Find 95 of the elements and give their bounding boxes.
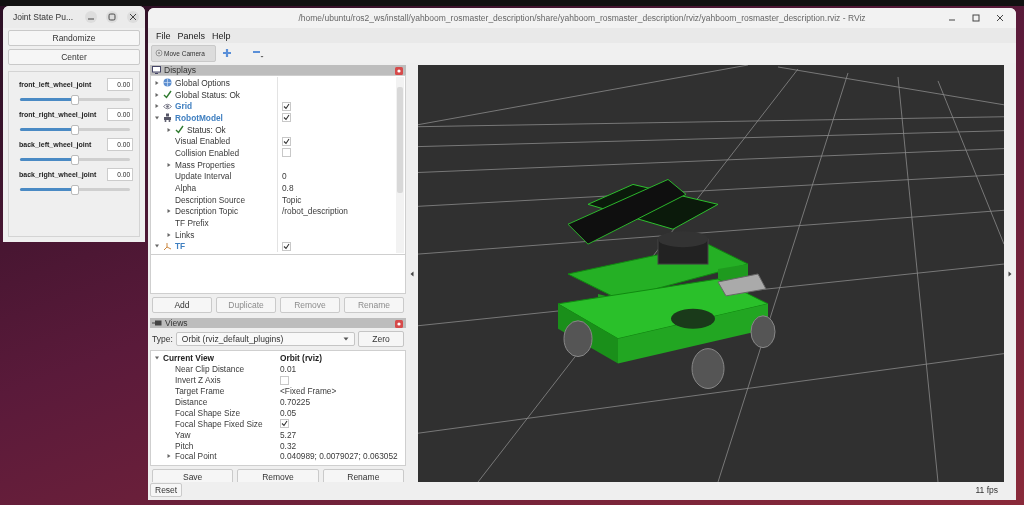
checkbox[interactable] [280, 375, 289, 385]
tree-item[interactable]: Status: Ok [187, 124, 226, 135]
checkbox[interactable] [282, 136, 291, 146]
property-value: <Fixed Frame> [280, 386, 337, 397]
tree-item[interactable]: Distance [175, 397, 208, 407]
property-value: 0.32 [280, 440, 297, 451]
view-type-dropdown[interactable]: Orbit (rviz_default_plugins) [175, 332, 355, 346]
property-value: 0.01 [280, 364, 297, 375]
expand-arrow-icon[interactable] [166, 161, 172, 168]
tree-item[interactable]: Links [175, 229, 195, 240]
window-title: Joint State Pu... [13, 12, 73, 22]
close-icon[interactable] [127, 11, 139, 23]
axes-icon [163, 241, 172, 251]
expand-arrow-icon[interactable] [154, 114, 160, 121]
tree-item[interactable]: Update Interval [175, 171, 232, 182]
add-tool-icon[interactable] [221, 48, 232, 58]
checkbox[interactable] [280, 419, 289, 429]
3d-viewport[interactable] [418, 65, 1004, 482]
zero-button[interactable]: Zero [358, 331, 404, 347]
expand-arrow-icon[interactable] [166, 453, 172, 460]
joint-action-button[interactable]: Center [8, 49, 140, 65]
window-title: /home/ubuntu/ros2_ws/install/yahboom_rosmaster_description/share/yahboom_rosmaster_description/rviz/yahboom_rosmaster_description.rviz - RViz [298, 13, 866, 23]
panel-title: Views [165, 318, 188, 328]
tree-item[interactable]: Global Status: Ok [175, 89, 241, 100]
checkbox[interactable] [282, 113, 291, 123]
view-action-button[interactable]: Remove [237, 469, 319, 482]
camera-icon [152, 320, 162, 326]
expand-arrow-icon[interactable] [166, 231, 172, 238]
tree-item[interactable]: Pitch [175, 440, 194, 451]
tree-item[interactable]: Focal Shape Fixed Size [175, 418, 263, 429]
tree-item[interactable]: Description Source [175, 194, 246, 205]
property-value: 5.27 [280, 429, 297, 440]
tree-item[interactable]: Alpha [175, 183, 197, 194]
expand-arrow-icon[interactable] [154, 91, 160, 98]
collapse-left-icon[interactable] [410, 270, 414, 277]
tree-item[interactable]: Visual Enabled [175, 136, 231, 147]
menu-item[interactable]: Help [212, 30, 231, 41]
panel-title: Displays [164, 65, 197, 75]
camera-move-icon [155, 49, 163, 57]
tree-item[interactable]: RobotModel [175, 112, 223, 123]
close-icon[interactable] [395, 320, 403, 328]
robot-icon [163, 113, 172, 123]
collapse-right-icon[interactable] [1008, 270, 1012, 277]
property-value: 0 [282, 171, 287, 182]
tree-item[interactable]: Invert Z Axis [175, 375, 221, 386]
property-value: 0.05 [280, 407, 297, 418]
property-value: /robot_description [282, 206, 348, 217]
expand-arrow-icon[interactable] [154, 79, 160, 86]
remove-tool-icon[interactable] [251, 48, 264, 58]
property-value: Orbit (rviz) [280, 353, 322, 364]
menu-item[interactable]: File [156, 30, 171, 41]
close-icon[interactable] [996, 14, 1004, 22]
expand-arrow-icon[interactable] [154, 243, 160, 250]
minimize-icon[interactable] [85, 11, 97, 23]
checkmark-icon [175, 125, 184, 135]
property-value: 0.8 [282, 183, 294, 194]
tree-item[interactable]: Near Clip Distance [175, 364, 245, 375]
field-label: Type: [152, 334, 173, 344]
tree-item[interactable]: Collision Enabled [175, 147, 240, 158]
menu-item[interactable]: Panels [177, 30, 206, 41]
tree-item[interactable]: TF Prefix [175, 218, 209, 229]
expand-arrow-icon[interactable] [154, 103, 160, 110]
tree-item[interactable]: Focal Shape Size [175, 407, 241, 418]
tree-item[interactable]: Focal Point [175, 451, 217, 462]
tree-item[interactable]: Global Options [175, 77, 230, 88]
joint-action-button[interactable]: Randomize [8, 30, 140, 46]
display-action-button[interactable]: Add [152, 297, 212, 313]
globe-icon [163, 78, 172, 88]
expand-arrow-icon[interactable] [154, 355, 160, 362]
property-value: Topic [282, 194, 302, 205]
view-action-button[interactable]: Rename [322, 469, 404, 482]
expand-arrow-icon[interactable] [166, 208, 172, 215]
maximize-icon[interactable] [106, 11, 118, 23]
checkmark-icon [163, 90, 172, 100]
tree-item[interactable]: Current View [163, 353, 215, 364]
maximize-icon[interactable] [972, 14, 980, 22]
close-icon[interactable] [395, 67, 403, 75]
scrollbar[interactable] [396, 77, 404, 253]
reset-button[interactable]: Reset [150, 483, 183, 497]
tree-item[interactable]: Mass Properties [175, 159, 235, 170]
checkbox[interactable] [282, 241, 291, 251]
tree-item[interactable]: TF [175, 241, 186, 252]
eye-icon [163, 102, 172, 110]
property-value: 0.70225 [280, 397, 310, 407]
tree-item[interactable]: Target Frame [175, 386, 225, 397]
tree-item[interactable]: Grid [175, 101, 193, 112]
checkbox[interactable] [282, 101, 291, 111]
property-value: 0.040989; 0.0079027; 0.063052 [280, 451, 398, 462]
view-action-button[interactable]: Save [152, 469, 234, 482]
tree-item[interactable]: Yaw [175, 429, 191, 440]
caret-icon [343, 337, 349, 341]
fps-counter: 11 fps [975, 485, 998, 495]
tree-item[interactable]: Description Topic [175, 206, 239, 217]
expand-arrow-icon[interactable] [166, 126, 172, 133]
checkbox[interactable] [282, 148, 291, 158]
